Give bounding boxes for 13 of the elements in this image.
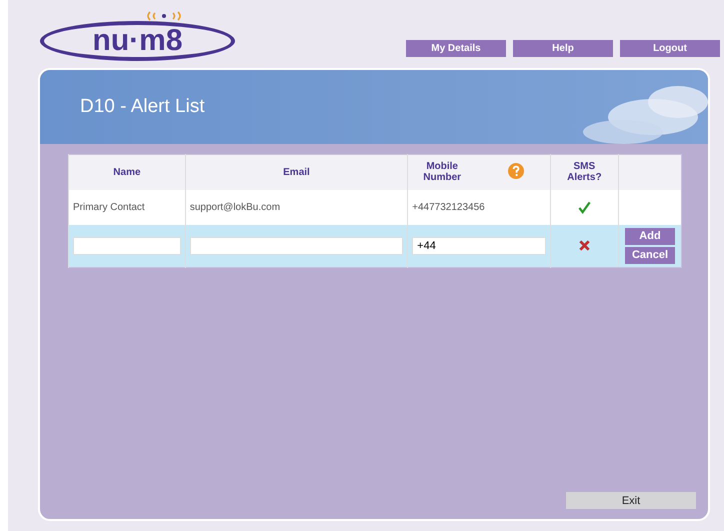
cross-icon[interactable]: [578, 239, 592, 252]
page-title: D10 - Alert List: [80, 96, 205, 118]
name-input[interactable]: [73, 236, 181, 254]
add-button[interactable]: Add: [625, 228, 675, 244]
email-input[interactable]: [190, 236, 404, 254]
exit-button[interactable]: Exit: [566, 492, 696, 509]
mobile-input[interactable]: +44: [412, 236, 546, 254]
cancel-button[interactable]: Cancel: [625, 246, 675, 264]
nav-button[interactable]: My Details: [406, 40, 506, 57]
column-header: Mobile Number: [422, 161, 462, 184]
nav-button[interactable]: Logout: [620, 40, 720, 57]
nav-button[interactable]: Help: [513, 40, 613, 57]
logo-text: nu·m8: [92, 26, 182, 56]
